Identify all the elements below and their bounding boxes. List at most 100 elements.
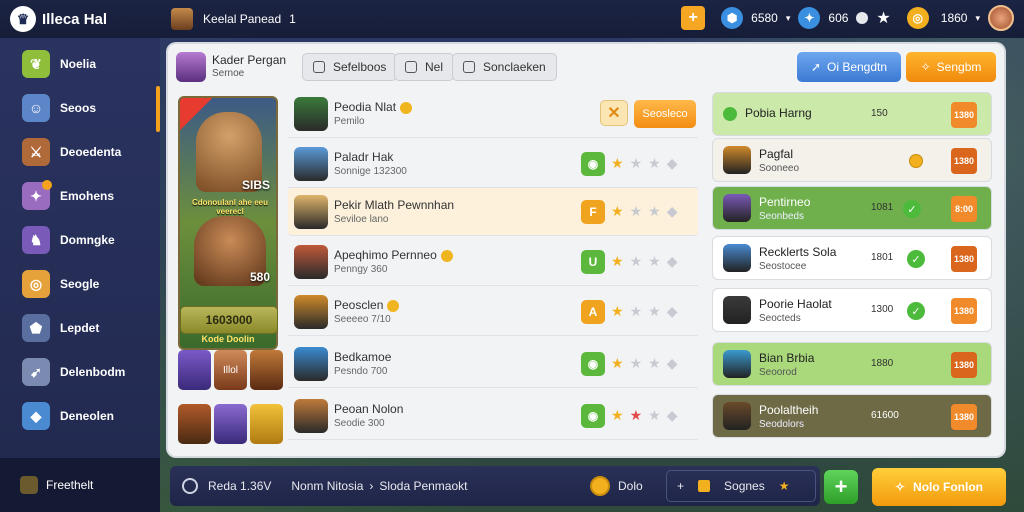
star-icon: ★ <box>611 253 624 269</box>
list-item[interactable]: Apeqhimo Pernneo Penngy 360 U ★ ★ ★ ◆ <box>288 238 698 286</box>
star-icon: ★ <box>648 253 661 269</box>
list-item[interactable]: Peosclen Seeeeo 7/10 A ★ ★ ★ ◆ <box>288 288 698 336</box>
rating-stars[interactable]: ★ ★ ★ ◆ <box>611 407 677 424</box>
reward-row[interactable]: Bian Brbia Seoorod 1880 1380 <box>712 342 992 386</box>
rating-stars[interactable]: ★ ★ ★ ◆ <box>611 203 677 220</box>
item-name: Paladr Hak <box>334 150 394 164</box>
rating-stars[interactable]: ★ ★ ★ ◆ <box>611 155 677 172</box>
list-item[interactable]: Peoan Nolon Seodie 300 ◉ ★ ★ ★ ◆ <box>288 392 698 440</box>
status-badge[interactable]: ◉ <box>581 352 605 376</box>
grid-item[interactable]: Illol <box>214 350 247 390</box>
sidebar-item-label: Seogle <box>60 277 100 291</box>
status-badge[interactable]: U <box>581 250 605 274</box>
bush-icon: ❦ <box>22 50 50 78</box>
add-button[interactable]: + <box>681 6 706 30</box>
add-button[interactable]: + <box>824 470 858 504</box>
plus-icon[interactable]: + <box>677 479 684 493</box>
dropdown-icon[interactable]: ▾ <box>975 13 980 24</box>
select-button[interactable]: Seosleco <box>634 100 696 128</box>
reward-price-badge[interactable]: 1380 <box>951 246 977 272</box>
sidebar-item-3[interactable]: ✦ Emohens <box>0 174 160 218</box>
grid-item[interactable] <box>250 350 283 390</box>
list-item[interactable]: Peodia Nlat Pemilo ✕ Seosleco <box>288 90 698 138</box>
status-badge[interactable]: ◉ <box>581 152 605 176</box>
blue-action-button[interactable]: ➚ Oi Bengdtn <box>797 52 901 82</box>
grid-item[interactable] <box>214 404 247 444</box>
bottom-label-3[interactable]: Sloda Penmaokt <box>379 479 467 493</box>
tab-3[interactable]: Sonclaeken <box>452 53 557 81</box>
tab-1[interactable]: Sefelboos <box>302 53 398 81</box>
reward-subtitle: Seodolors <box>759 418 805 430</box>
item-avatar <box>294 398 328 433</box>
sidebar-item-7[interactable]: ➹ Delenbodm <box>0 350 160 394</box>
coin-icon: ◎ <box>906 7 929 29</box>
grid-item[interactable] <box>250 404 283 444</box>
reward-price-badge[interactable]: 1380 <box>951 298 977 324</box>
rating-stars[interactable]: ★ ★ ★ ◆ <box>611 253 677 270</box>
hero-banner-text: Cdonoulanl ahe eeu veerecl <box>191 198 268 216</box>
sidebar-item-8[interactable]: ◆ Deneolen <box>0 394 160 438</box>
status-badge[interactable]: F <box>581 200 605 224</box>
sidebar-item-1[interactable]: ☺ Seoos <box>0 86 160 130</box>
reward-name: Pagfal <box>759 146 794 161</box>
item-avatar <box>294 194 328 229</box>
orange-action-button[interactable]: ✧ Sengbm <box>906 52 996 82</box>
status-badge[interactable]: A <box>581 300 605 324</box>
reward-row[interactable]: Poorie Haolat Seocteds 1300 ✓ 1380 <box>712 288 992 332</box>
header-avatar <box>176 52 206 82</box>
reward-row[interactable]: Pagfal Sooneeo 1380 <box>712 138 992 182</box>
sidebar-item-6[interactable]: ⬟ Lepdet <box>0 306 160 350</box>
sidebar-item-label: Emohens <box>60 189 115 203</box>
star-icon: ★ <box>629 203 643 219</box>
notification-badge <box>42 180 52 190</box>
grid-item[interactable] <box>178 404 211 444</box>
sidebar-item-2[interactable]: ⚔ Deoedenta <box>0 130 160 174</box>
sidebar-item-5[interactable]: ◎ Seogle <box>0 262 160 306</box>
reward-price-badge[interactable]: 1380 <box>951 102 977 128</box>
dropdown-icon[interactable]: ▾ <box>786 13 791 24</box>
reward-price-badge[interactable]: 8:00 <box>951 196 977 222</box>
rating-stars[interactable]: ★ ★ ★ ◆ <box>611 303 677 320</box>
reward-price: 1380 <box>953 360 975 370</box>
reward-price-badge[interactable]: 1380 <box>951 404 977 430</box>
reward-row[interactable]: Recklerts Sola Seostocee 1801 ✓ 1380 <box>712 236 992 280</box>
sidebar-item-0[interactable]: ❦ Noelia <box>0 42 160 86</box>
main-action-button[interactable]: ✧ Nolo Fonlon <box>872 468 1006 506</box>
hero-buy-button[interactable]: 1603000 <box>180 306 278 334</box>
reward-row[interactable]: Poolaltheih Seodolors 61600 1380 <box>712 394 992 438</box>
star-icon: ★ <box>611 355 624 371</box>
tab-icon <box>313 61 325 73</box>
reward-value: 61600 <box>871 410 899 421</box>
reward-price-badge[interactable]: 1380 <box>951 352 977 378</box>
coin-icon <box>590 476 610 496</box>
list-item[interactable]: Pekir Mlath Pewnnhan Seviloe lano F ★ ★ ★ ◆ <box>288 188 698 236</box>
list-item[interactable]: Bedkamoe Pesndo 700 ◉ ★ ★ ★ ◆ <box>288 340 698 388</box>
reward-row[interactable]: Pobia Harng 150 1380 <box>712 92 992 136</box>
sidebar-footer-label: Freethelt <box>46 478 94 492</box>
reward-row[interactable]: Pentirneo Seonbeds 1081 ✓ 8:00 <box>712 186 992 230</box>
list-item[interactable]: Paladr Hak Sonnige 132300 ◉ ★ ★ ★ ◆ <box>288 140 698 188</box>
tab-2[interactable]: Nel <box>394 53 455 81</box>
star-icon[interactable]: ★ <box>876 8 890 28</box>
reward-name: Pobia Harng <box>745 106 812 120</box>
bottom-label-2[interactable]: Nonm Nitosia <box>291 479 363 493</box>
rating-stars[interactable]: ★ ★ ★ ◆ <box>611 355 677 372</box>
grid-item[interactable] <box>178 350 211 390</box>
info-icon[interactable] <box>856 12 869 24</box>
close-icon[interactable]: ✕ <box>600 100 628 126</box>
sidebar-item-4[interactable]: ♞ Domngke <box>0 218 160 262</box>
profile-avatar[interactable] <box>988 5 1014 31</box>
reward-price-badge[interactable]: 1380 <box>951 148 977 174</box>
bottom-segment[interactable]: + Sognes ★ <box>666 470 816 502</box>
item-name: Pekir Mlath Pewnnhan <box>334 198 455 212</box>
status-badge[interactable]: ◉ <box>581 404 605 428</box>
item-name: Peosclen <box>334 298 384 312</box>
sidebar-footer[interactable]: Freethelt <box>0 458 160 512</box>
sparkle-icon: ✧ <box>894 480 906 494</box>
reward-value: 150 <box>871 108 888 119</box>
player-avatar[interactable] <box>171 8 194 30</box>
coin-icon <box>400 101 413 114</box>
tab-label: Nel <box>425 60 444 74</box>
player-level: 1 <box>289 12 296 26</box>
star-icon: ◆ <box>666 355 678 371</box>
